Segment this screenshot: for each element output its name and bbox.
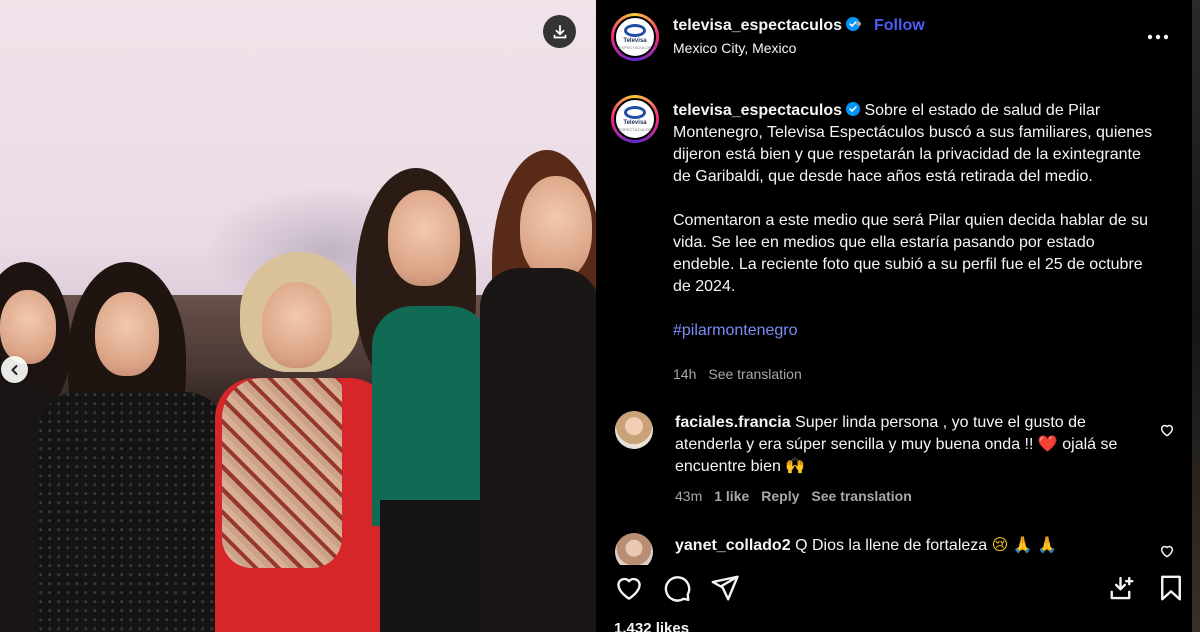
share-button[interactable] <box>710 573 740 603</box>
author-username-row: televisa_espectaculos <box>673 17 860 35</box>
share-icon <box>711 575 739 601</box>
more-icon <box>1147 34 1169 40</box>
author-username[interactable]: televisa_espectaculos <box>673 17 842 34</box>
comment-username[interactable]: faciales.francia <box>675 414 791 431</box>
televisa-logo-icon <box>624 24 646 37</box>
comment-text: Q Dios la llene de fortaleza <box>795 537 992 554</box>
post-header: Televisa ESPECTÁCULOS televisa_espectacu… <box>596 0 1192 76</box>
caption-paragraph-2: Comentaron a este medio que será Pilar q… <box>673 212 1148 295</box>
comment-username[interactable]: yanet_collado2 <box>675 537 791 554</box>
comment-button[interactable] <box>662 573 692 603</box>
comment-see-translation[interactable]: See translation <box>811 488 911 504</box>
caption-see-translation[interactable]: See translation <box>708 366 801 382</box>
post-location[interactable]: Mexico City, Mexico <box>673 40 796 56</box>
download-icon <box>553 24 566 38</box>
logo-subtext: ESPECTÁCULOS <box>618 127 652 132</box>
save-to-collection-button[interactable] <box>1108 573 1138 603</box>
like-comment-button[interactable] <box>1159 543 1175 559</box>
hashtag-link[interactable]: #pilarmontenegro <box>673 322 798 339</box>
caption-time: 14h <box>673 366 697 382</box>
previous-image-button[interactable] <box>1 356 28 383</box>
like-button[interactable] <box>614 573 644 603</box>
separator-dot: • <box>856 16 862 33</box>
logo-text: Televisa <box>623 120 647 126</box>
comment-icon <box>664 576 691 602</box>
comment-1-meta: 43m 1 like Reply See translation <box>675 488 924 504</box>
televisa-logo-icon <box>624 106 646 119</box>
heart-icon <box>617 577 641 600</box>
raised-hands-emoji: 🙌 <box>785 458 806 475</box>
heart-icon <box>1160 545 1174 558</box>
chevron-left-icon <box>11 364 17 375</box>
likes-count[interactable]: 1,432 likes <box>614 620 689 632</box>
caption-meta: 14h See translation <box>673 366 814 382</box>
post-details-panel: Televisa ESPECTÁCULOS televisa_espectacu… <box>596 0 1192 632</box>
heart-emoji: ❤️ <box>1037 436 1058 453</box>
post-caption: televisa_espectaculos Sobre el estado de… <box>673 100 1153 342</box>
comment-time: 43m <box>675 488 703 504</box>
background-page-edge <box>1192 0 1200 632</box>
caption-username[interactable]: televisa_espectaculos <box>673 102 842 119</box>
download-tray-icon <box>1110 576 1134 600</box>
commenter-avatar[interactable] <box>615 411 653 449</box>
heart-icon <box>1160 424 1174 437</box>
like-comment-button[interactable] <box>1159 422 1175 438</box>
post-media[interactable] <box>0 0 596 632</box>
bookmark-button[interactable] <box>1156 573 1186 603</box>
reply-button[interactable]: Reply <box>761 488 799 504</box>
bookmark-icon <box>1161 575 1181 601</box>
logo-text: Televisa <box>623 38 647 44</box>
comment-1: faciales.francia Super linda persona , y… <box>675 412 1140 478</box>
download-button[interactable] <box>543 15 576 48</box>
caption-author-avatar[interactable]: Televisa ESPECTÁCULOS <box>611 95 659 143</box>
comment-emojis: 😢 🙏 🙏 <box>991 537 1058 554</box>
more-options-button[interactable] <box>1144 26 1172 46</box>
post-action-bar <box>596 565 1192 609</box>
comment-2: yanet_collado2 Q Dios la llene de fortal… <box>675 535 1140 557</box>
author-avatar[interactable]: Televisa ESPECTÁCULOS <box>611 13 659 61</box>
follow-button[interactable]: Follow <box>874 17 925 35</box>
verified-badge-icon <box>846 102 860 116</box>
logo-subtext: ESPECTÁCULOS <box>618 45 652 50</box>
comment-likes[interactable]: 1 like <box>714 488 749 504</box>
